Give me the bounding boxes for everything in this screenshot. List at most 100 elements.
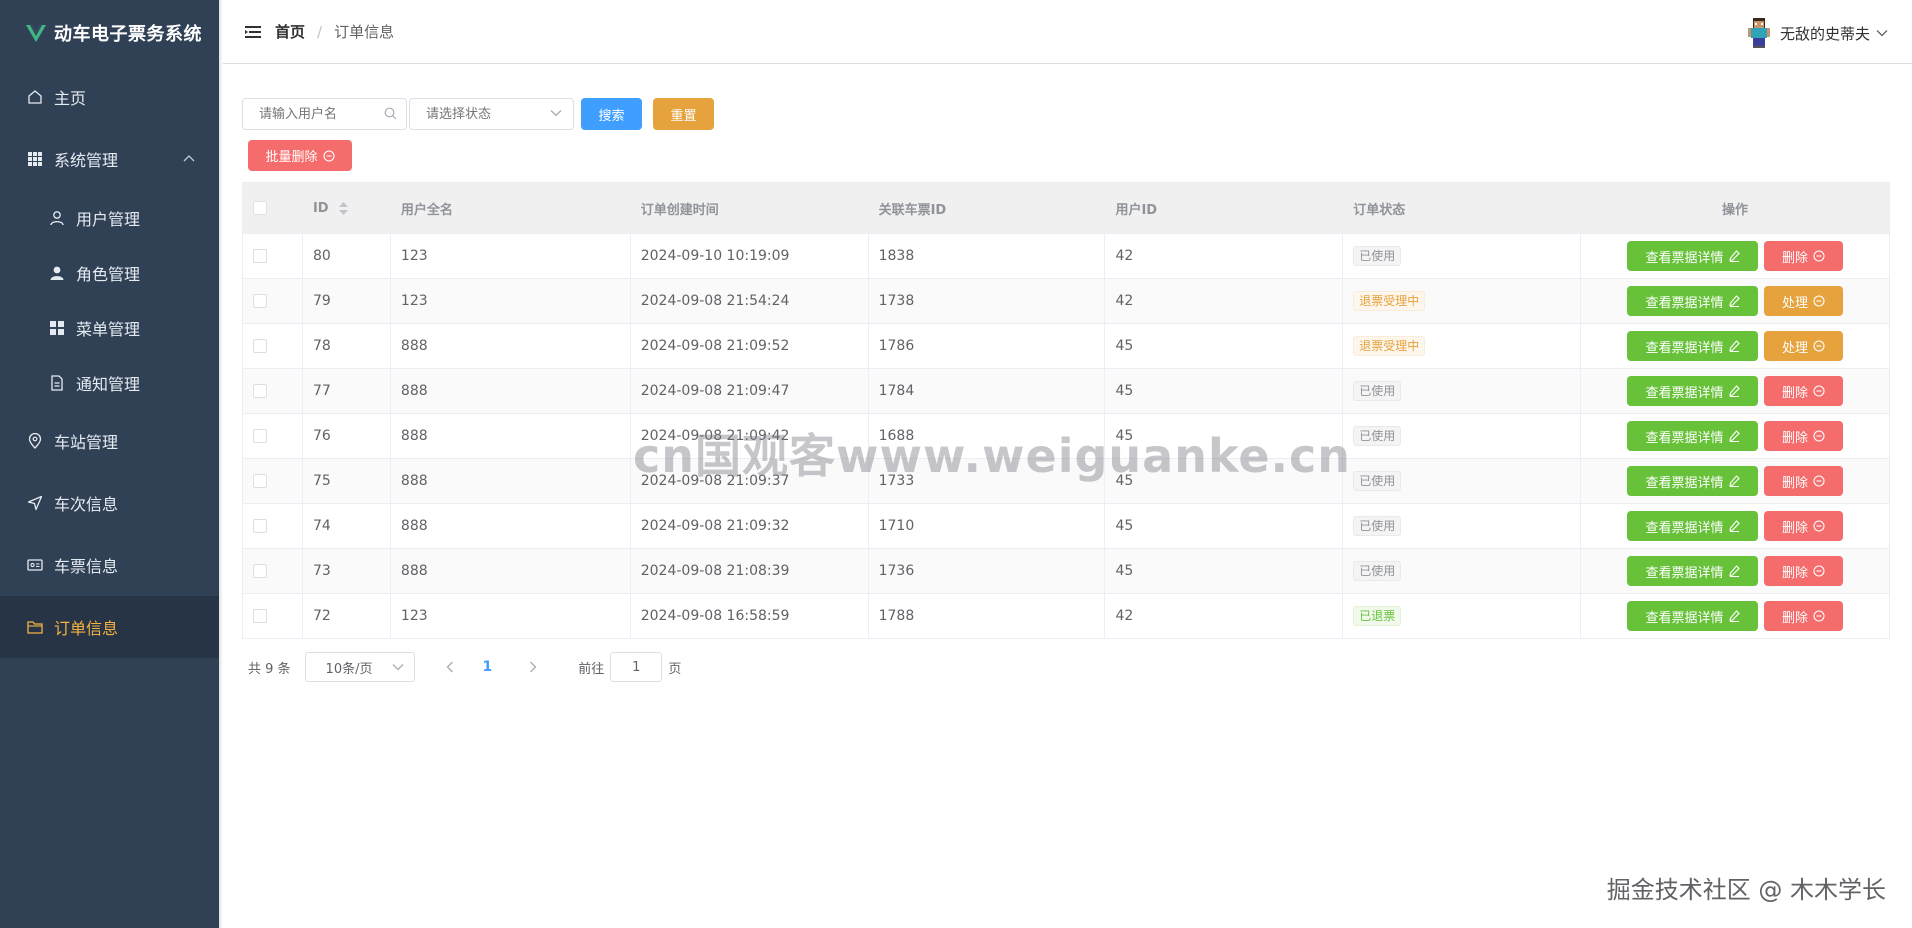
view-ticket-details-button[interactable]: 查看票据详情 bbox=[1627, 421, 1759, 451]
sidebar-item-station[interactable]: 车站管理 bbox=[0, 410, 219, 472]
row-checkbox[interactable] bbox=[253, 519, 267, 533]
cell-fullname: 888 bbox=[390, 503, 631, 549]
sidebar-item-label: 订单信息 bbox=[54, 619, 119, 638]
remove-circle-icon bbox=[1813, 250, 1825, 262]
batch-delete-button[interactable]: 批量删除 bbox=[248, 140, 352, 171]
process-button[interactable]: 处理 bbox=[1764, 331, 1844, 361]
cell-user-id: 45 bbox=[1104, 368, 1344, 414]
user-menu[interactable]: 无敌的史蒂夫 bbox=[1747, 18, 1888, 48]
view-ticket-details-button[interactable]: 查看票据详情 bbox=[1627, 286, 1759, 316]
view-ticket-details-button[interactable]: 查看票据详情 bbox=[1627, 511, 1759, 541]
sidebar-item-home[interactable]: 主页 bbox=[0, 66, 219, 128]
view-ticket-details-button[interactable]: 查看票据详情 bbox=[1627, 241, 1759, 271]
status-select[interactable] bbox=[409, 98, 574, 130]
sidebar-item-train[interactable]: 车次信息 bbox=[0, 472, 219, 534]
status-badge: 已退票 bbox=[1353, 606, 1402, 626]
cell-fullname: 123 bbox=[390, 593, 631, 639]
process-button[interactable]: 处理 bbox=[1764, 286, 1844, 316]
view-ticket-details-label: 查看票据详情 bbox=[1645, 385, 1724, 401]
cell-status: 已使用 bbox=[1342, 368, 1582, 414]
row-checkbox[interactable] bbox=[253, 564, 267, 578]
cell-actions: 查看票据详情 处理 bbox=[1580, 323, 1890, 369]
delete-button[interactable]: 删除 bbox=[1764, 421, 1844, 451]
chevron-down-icon bbox=[392, 664, 404, 671]
view-ticket-details-button[interactable]: 查看票据详情 bbox=[1627, 376, 1759, 406]
action-label: 删除 bbox=[1782, 385, 1809, 401]
app-logo[interactable]: 动车电子票务系统 bbox=[0, 0, 219, 66]
status-badge: 退票受理中 bbox=[1353, 291, 1426, 311]
cell-ticket-id: 1738 bbox=[868, 278, 1106, 324]
username-search bbox=[242, 98, 407, 130]
grid-icon bbox=[26, 150, 44, 168]
row-checkbox[interactable] bbox=[253, 339, 267, 353]
goto-page-input[interactable] bbox=[610, 652, 663, 682]
view-ticket-details-button[interactable]: 查看票据详情 bbox=[1627, 331, 1759, 361]
cell-ticket-id: 1838 bbox=[868, 233, 1106, 279]
sidebar-item-menu-management[interactable]: 菜单管理 bbox=[0, 300, 219, 355]
view-ticket-details-button[interactable]: 查看票据详情 bbox=[1627, 556, 1759, 586]
breadcrumb-home[interactable]: 首页 bbox=[275, 21, 305, 42]
delete-button[interactable]: 删除 bbox=[1764, 241, 1844, 271]
cell-user-id: 42 bbox=[1104, 233, 1344, 279]
cell-id: 74 bbox=[302, 503, 391, 549]
row-checkbox[interactable] bbox=[253, 384, 267, 398]
cell-fullname: 888 bbox=[390, 548, 631, 594]
hamburger-icon[interactable] bbox=[245, 25, 261, 39]
user-name: 无敌的史蒂夫 bbox=[1779, 24, 1870, 43]
cell-ticket-id: 1788 bbox=[868, 593, 1106, 639]
ticket-icon bbox=[26, 556, 44, 574]
row-checkbox[interactable] bbox=[253, 609, 267, 623]
sort-icon[interactable] bbox=[339, 201, 349, 215]
goto-suffix: 页 bbox=[668, 661, 682, 677]
prev-page-button[interactable] bbox=[435, 661, 465, 673]
view-ticket-details-button[interactable]: 查看票据详情 bbox=[1627, 601, 1759, 631]
sidebar-item-user-management[interactable]: 用户管理 bbox=[0, 190, 219, 245]
cell-fullname: 888 bbox=[390, 368, 631, 414]
action-label: 删除 bbox=[1782, 250, 1809, 266]
delete-button[interactable]: 删除 bbox=[1764, 556, 1844, 586]
delete-button[interactable]: 删除 bbox=[1764, 376, 1844, 406]
cell-actions: 查看票据详情 删除 bbox=[1580, 368, 1890, 414]
send-icon bbox=[26, 494, 44, 512]
row-checkbox[interactable] bbox=[253, 294, 267, 308]
sidebar-item-orders[interactable]: 订单信息 bbox=[0, 596, 219, 658]
username-input[interactable] bbox=[242, 98, 407, 130]
cell-id: 76 bbox=[302, 413, 391, 459]
sidebar-item-system[interactable]: 系统管理 bbox=[0, 128, 219, 190]
row-select-cell bbox=[242, 413, 303, 459]
row-checkbox[interactable] bbox=[253, 249, 267, 263]
row-select-cell bbox=[242, 503, 303, 549]
main-content: 搜索 重置 批量删除 ID 用户全名 订单创建时间 关联车票ID bbox=[242, 98, 1890, 682]
page-size-select[interactable]: 10条/页 bbox=[304, 652, 415, 682]
sidebar-item-ticket[interactable]: 车票信息 bbox=[0, 534, 219, 596]
delete-button[interactable]: 删除 bbox=[1764, 466, 1844, 496]
row-select-cell bbox=[242, 548, 303, 594]
chevron-down-icon bbox=[550, 110, 562, 117]
sidebar-item-role-management[interactable]: 角色管理 bbox=[0, 245, 219, 300]
reset-button[interactable]: 重置 bbox=[653, 98, 714, 130]
delete-button[interactable]: 删除 bbox=[1764, 511, 1844, 541]
row-checkbox[interactable] bbox=[253, 429, 267, 443]
select-all-checkbox[interactable] bbox=[253, 201, 267, 215]
breadcrumb-current: 订单信息 bbox=[334, 23, 395, 41]
remove-circle-icon bbox=[1813, 475, 1825, 487]
sidebar-item-notice-management[interactable]: 通知管理 bbox=[0, 355, 219, 410]
delete-button[interactable]: 删除 bbox=[1764, 601, 1844, 631]
column-header-id[interactable]: ID bbox=[302, 182, 391, 234]
sidebar-item-label: 车次信息 bbox=[54, 495, 119, 514]
search-button[interactable]: 搜索 bbox=[581, 98, 642, 130]
cell-id: 79 bbox=[302, 278, 391, 324]
next-page-button[interactable] bbox=[518, 661, 548, 673]
cell-id: 73 bbox=[302, 548, 391, 594]
user-icon bbox=[48, 209, 66, 227]
view-ticket-details-button[interactable]: 查看票据详情 bbox=[1627, 466, 1759, 496]
view-ticket-details-label: 查看票据详情 bbox=[1645, 250, 1724, 266]
sidebar-item-label: 角色管理 bbox=[76, 264, 141, 284]
person-filled-icon bbox=[48, 264, 66, 282]
cell-status: 已使用 bbox=[1342, 233, 1582, 279]
cell-fullname: 888 bbox=[390, 413, 631, 459]
page-number-current[interactable]: 1 bbox=[483, 659, 493, 675]
row-checkbox[interactable] bbox=[253, 474, 267, 488]
table-row: 72 123 2024-09-08 16:58:59 1788 42 已退票 查看票据详情 删… bbox=[242, 593, 1890, 639]
sidebar-item-label: 用户管理 bbox=[76, 209, 141, 229]
